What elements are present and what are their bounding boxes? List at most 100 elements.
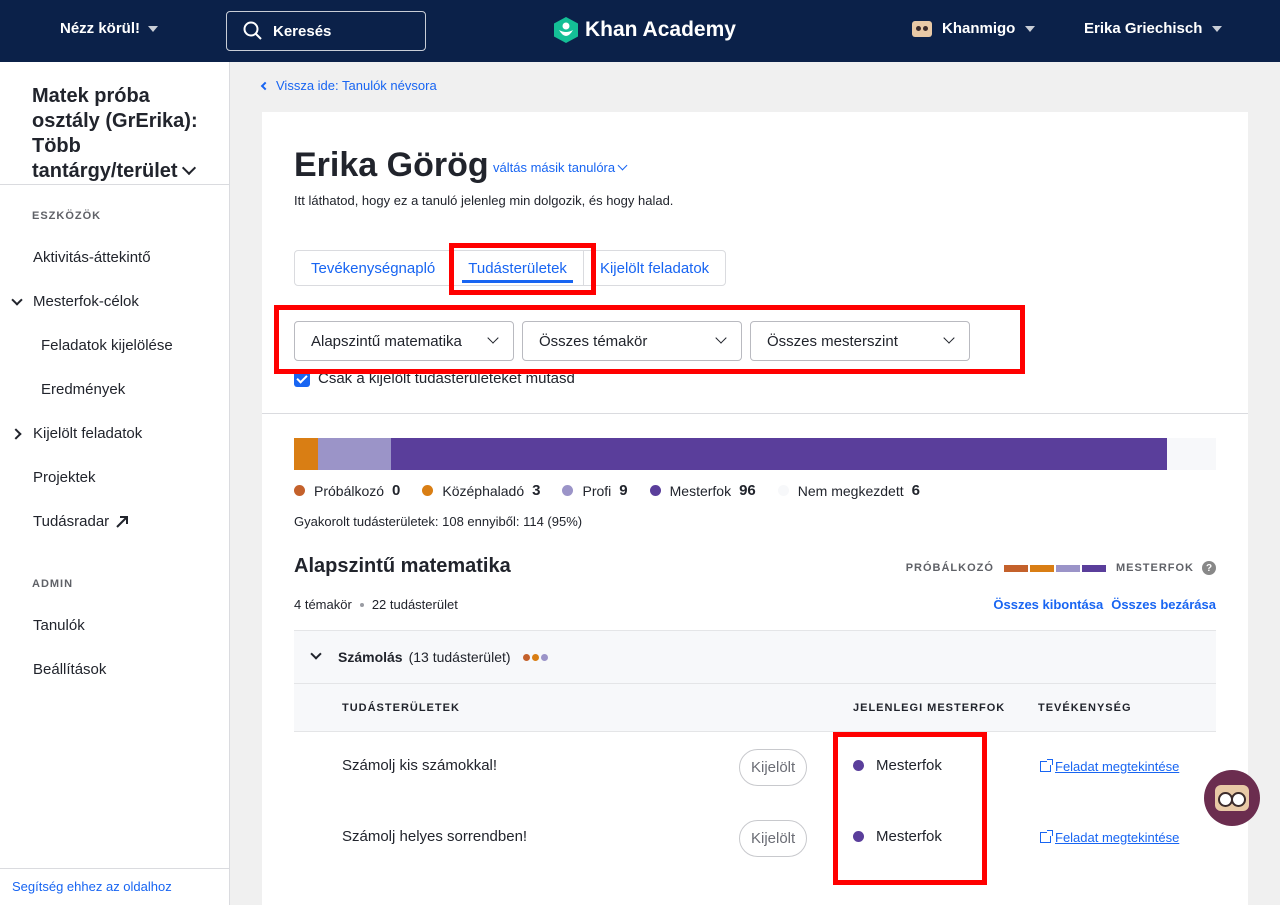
- progress-segment: [391, 438, 1168, 470]
- caret-down-icon: [1212, 25, 1223, 32]
- divider: [262, 413, 1248, 414]
- scale-bar: [1003, 564, 1028, 572]
- explore-label: Nézz körül!: [60, 20, 141, 37]
- course-title: Alapszintű matematika: [294, 555, 511, 577]
- sidebar-item-assign-tasks[interactable]: Feladatok kijelölése: [41, 337, 173, 354]
- assigned-badge[interactable]: Kijelölt: [739, 749, 808, 786]
- mastery-legend: Próbálkozó 0 Középhaladó 3 Profi 9 Mesterfok 96…: [294, 482, 942, 499]
- unit-group-header[interactable]: Számolás (13 tudásterület): [294, 630, 1216, 684]
- scale-high-label: MESTERFOK: [1115, 562, 1194, 574]
- legend-item: Profi 9: [562, 482, 628, 499]
- sidebar-item-students[interactable]: Tanulók: [33, 617, 85, 634]
- help-icon[interactable]: ?: [1202, 561, 1216, 575]
- chevron-down-icon: [617, 160, 628, 171]
- tab-activity-log[interactable]: Tevékenységnapló: [295, 251, 451, 285]
- logo-text: Khan Academy: [585, 18, 736, 41]
- search-icon: [243, 21, 262, 40]
- scale-bar: [1055, 564, 1080, 572]
- chevron-down-icon[interactable]: [11, 294, 23, 306]
- legend-count: 0: [392, 482, 401, 499]
- class-title: Matek próba osztály (GrErika): Több tant…: [32, 85, 198, 182]
- sidebar-item-assigned-tasks[interactable]: Kijelölt feladatok: [33, 425, 142, 442]
- legend-count: 6: [911, 482, 920, 499]
- legend-item: Próbálkozó 0: [294, 482, 400, 499]
- legend-item: Nem megkezdett 6: [777, 482, 920, 499]
- legend-label: Profi: [582, 482, 612, 499]
- admin-heading: ADMIN: [32, 578, 74, 590]
- scale-bar: [1029, 564, 1054, 572]
- page-title: Erika Görög: [294, 146, 489, 184]
- unit-count: 4 témakör: [294, 597, 352, 612]
- switch-student-link[interactable]: váltás másik tanulóra: [493, 160, 628, 175]
- highlight-box: [449, 243, 596, 295]
- user-menu[interactable]: Erika Griechisch: [1084, 20, 1223, 37]
- assigned-badge[interactable]: Kijelölt: [739, 820, 808, 857]
- back-link-label: Vissza ide: Tanulók névsora: [276, 78, 437, 93]
- sidebar-item-knowledge-radar[interactable]: Tudásradar: [33, 513, 129, 530]
- tab-label: Kijelölt feladatok: [599, 259, 710, 277]
- view-task-label: Feladat megtekintése: [1055, 759, 1180, 774]
- progress-segment: [318, 438, 392, 470]
- sidebar-item-label: Eredmények: [41, 381, 126, 398]
- tab-assigned-tasks[interactable]: Kijelölt feladatok: [582, 251, 725, 285]
- scale-low-label: PRÓBÁLKOZÓ: [905, 562, 994, 574]
- table-row: Számolj kis számokkal! Kijelölt Mesterfo…: [294, 732, 1216, 802]
- collapse-all-link[interactable]: Összes bezárása: [1111, 597, 1216, 612]
- legend-dot: [294, 485, 305, 496]
- column-header-mastery: JELENLEGI MESTERFOK: [853, 702, 1006, 714]
- legend-dot: [777, 485, 789, 496]
- khanmigo-icon: [1215, 785, 1249, 811]
- caret-down-icon: [148, 25, 159, 32]
- legend-label: Középhaladó: [442, 482, 525, 499]
- back-link[interactable]: Vissza ide: Tanulók névsora: [260, 78, 437, 93]
- page-subtitle: Itt láthatod, hogy ez a tanuló jelenleg …: [294, 193, 674, 208]
- expand-controls: Összes kibontása Összes bezárása: [993, 597, 1216, 612]
- progress-segment: [294, 438, 319, 470]
- explore-menu[interactable]: Nézz körül!: [60, 20, 159, 37]
- mastery-scale: PRÓBÁLKOZÓ MESTERFOK ?: [906, 561, 1216, 575]
- skill-name: Számolj kis számokkal!: [342, 757, 498, 774]
- khanmigo-icon: [912, 20, 932, 37]
- help-link[interactable]: Segítség ehhez az oldalhoz: [12, 879, 172, 894]
- column-header-skills: TUDÁSTERÜLETEK: [342, 702, 460, 714]
- legend-count: 9: [619, 482, 628, 499]
- search-placeholder: Keresés: [273, 22, 332, 40]
- tab-label: Tevékenységnapló: [311, 259, 436, 277]
- tools-heading: ESZKÖZÖK: [32, 210, 102, 222]
- legend-label: Nem megkezdett: [797, 482, 904, 499]
- unit-skill-count: (13 tudásterület): [408, 649, 511, 665]
- chevron-right-icon[interactable]: [10, 428, 22, 440]
- view-task-link[interactable]: Feladat megtekintése: [1040, 759, 1179, 774]
- main-card: Erika Görög váltás másik tanulóra Itt lá…: [262, 112, 1248, 905]
- expand-all-link[interactable]: Összes kibontása: [993, 597, 1103, 612]
- sidebar-item-mastery-goals[interactable]: Mesterfok-célok: [33, 293, 139, 310]
- view-task-link[interactable]: Feladat megtekintése: [1040, 830, 1179, 845]
- external-arrow-icon: [116, 515, 129, 528]
- khanmigo-chat-button[interactable]: [1204, 770, 1260, 826]
- legend-dot: [562, 485, 574, 496]
- top-nav: Nézz körül! Keresés Khan Academy Khanmig…: [0, 0, 1280, 62]
- mastery-dot: [531, 653, 539, 661]
- sidebar-item-label: Feladatok kijelölése: [41, 337, 173, 354]
- mastery-dot: [522, 653, 530, 661]
- table-row: Számolj helyes sorrendben! Kijelölt Mest…: [294, 803, 1216, 873]
- sidebar-item-settings[interactable]: Beállítások: [33, 661, 106, 678]
- sidebar-item-activity-overview[interactable]: Aktivitás-áttekintő: [33, 249, 151, 266]
- class-selector[interactable]: Matek próba osztály (GrErika): Több tant…: [32, 84, 222, 184]
- khan-academy-logo[interactable]: Khan Academy: [553, 16, 736, 44]
- sidebar: Matek próba osztály (GrErika): Több tant…: [0, 62, 230, 905]
- khanmigo-menu[interactable]: Khanmigo: [912, 20, 1036, 37]
- legend-dot: [422, 485, 434, 496]
- chevron-down-icon[interactable]: [310, 648, 322, 660]
- legend-label: Mesterfok: [669, 482, 732, 499]
- external-link-icon: [1040, 830, 1053, 843]
- sidebar-item-results[interactable]: Eredmények: [41, 381, 125, 398]
- search-input[interactable]: Keresés: [226, 11, 426, 51]
- sidebar-item-projects[interactable]: Projektek: [33, 469, 96, 486]
- progress-segment: [1167, 438, 1216, 470]
- highlight-box: [274, 305, 1025, 374]
- switch-student-label: váltás másik tanulóra: [493, 160, 616, 175]
- divider: [0, 184, 229, 185]
- legend-label: Próbálkozó: [314, 482, 385, 499]
- legend-dot: [649, 485, 661, 496]
